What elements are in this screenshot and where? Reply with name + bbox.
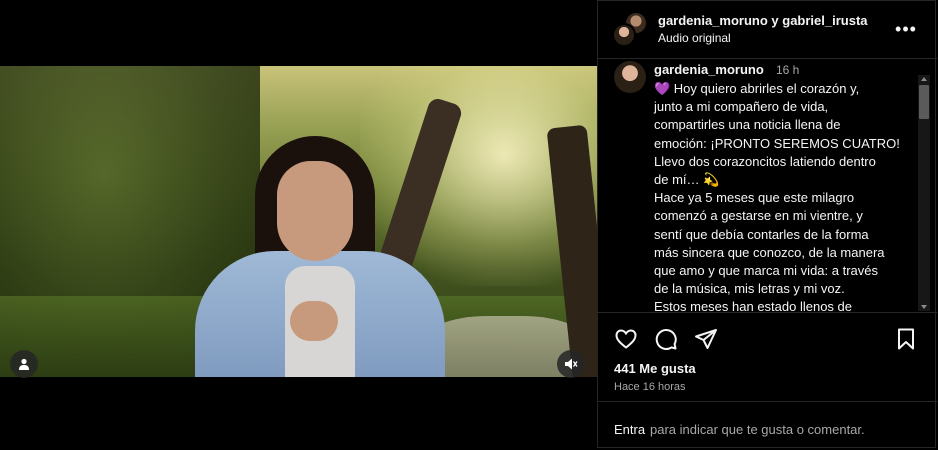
likes-count[interactable]: 441 Me gusta	[614, 361, 696, 376]
comment-prompt-text: para indicar que te gusta o comentar.	[650, 422, 865, 437]
comment-icon[interactable]	[654, 327, 678, 351]
post-side-panel: gardenia_moruno y gabriel_irusta Audio o…	[597, 0, 937, 449]
post-media	[0, 0, 597, 450]
login-link[interactable]: Entra	[614, 422, 645, 437]
comment-prompt: Entra para indicar que te gusta o coment…	[598, 401, 937, 449]
caption-timestamp[interactable]: 16 h	[776, 63, 799, 77]
muted-speaker-icon	[565, 358, 578, 370]
bookmark-icon[interactable]	[894, 327, 918, 351]
avatar[interactable]	[614, 61, 646, 93]
mute-button[interactable]	[557, 350, 585, 378]
caption-area: gardenia_moruno 16 h 💜 Hoy quiero abrirl…	[598, 59, 937, 312]
author-avatars[interactable]	[612, 11, 648, 47]
more-options-button[interactable]: •••	[894, 17, 918, 41]
post-authors[interactable]: gardenia_moruno y gabriel_irusta	[658, 13, 868, 28]
post-header: gardenia_moruno y gabriel_irusta Audio o…	[598, 1, 937, 59]
caption-username[interactable]: gardenia_moruno	[654, 62, 764, 77]
person-face	[277, 161, 353, 261]
audio-label[interactable]: Audio original	[658, 31, 731, 45]
video-person	[185, 126, 455, 377]
scroll-up-arrow-icon[interactable]	[921, 77, 927, 81]
video-player[interactable]	[0, 66, 597, 377]
share-icon[interactable]	[694, 327, 718, 351]
scroll-thumb[interactable]	[919, 85, 929, 119]
scroll-down-arrow-icon[interactable]	[921, 305, 927, 309]
avatar[interactable]	[612, 23, 636, 47]
user-icon	[19, 358, 29, 370]
post-age[interactable]: Hace 16 horas	[614, 381, 686, 393]
heart-icon[interactable]	[614, 327, 638, 351]
person-hand	[290, 301, 338, 341]
caption-text: 💜 Hoy quiero abrirles el corazón y, junt…	[654, 81, 900, 312]
caption-scrollbar[interactable]	[918, 75, 930, 311]
tagged-users-button[interactable]	[10, 350, 38, 378]
